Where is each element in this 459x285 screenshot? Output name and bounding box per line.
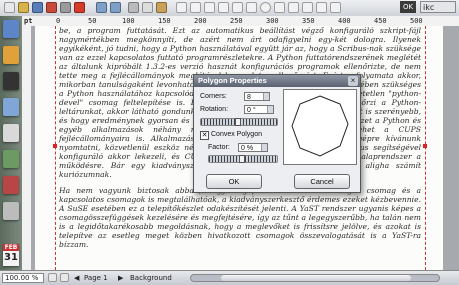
close-icon[interactable]: × [348, 76, 358, 86]
terminal-icon[interactable] [3, 72, 19, 90]
zoom-out-icon[interactable] [48, 273, 57, 282]
freehand-icon[interactable] [316, 2, 327, 13]
ok-badge[interactable]: OK [400, 1, 416, 13]
mail-icon[interactable] [3, 124, 19, 142]
zoom-value: 100.00 % [5, 274, 39, 282]
settings-icon[interactable] [3, 150, 19, 168]
zoom-icon[interactable] [218, 2, 229, 13]
zoom-field[interactable]: 100.00 % [2, 273, 44, 283]
office-icon[interactable] [3, 176, 19, 194]
browser-icon[interactable] [3, 46, 19, 64]
dialog-title[interactable]: Polygon Properties [194, 75, 360, 87]
ruler-tick: 100 [122, 17, 135, 25]
language-select[interactable]: ikc [420, 1, 456, 13]
trash-icon[interactable] [3, 202, 19, 220]
scrollbar-thumb[interactable] [221, 275, 411, 281]
main-toolbar: OK ikc [0, 0, 459, 17]
frame-handle[interactable] [423, 144, 427, 148]
redo-icon[interactable] [110, 2, 121, 13]
zoom-in-icon[interactable] [60, 273, 69, 282]
print-icon[interactable] [60, 2, 71, 13]
launcher-icon[interactable] [3, 20, 19, 38]
spin-arrows-icon[interactable] [267, 106, 273, 113]
page-nav-icon[interactable]: ◀ [74, 274, 79, 282]
ruler-tick: 400 [338, 17, 351, 25]
rotation-label: Rotation: [200, 106, 229, 113]
ruler-tick: 450 [374, 17, 387, 25]
line-icon[interactable] [288, 2, 299, 13]
ruler-tick: 300 [266, 17, 279, 25]
status-bar: 100.00 % ◀ Page 1 ▶ Background [0, 270, 459, 285]
corners-label: Corners: [200, 93, 227, 100]
polygon-properties-dialog: Polygon Properties × Corners: 8 Rotation… [193, 74, 361, 193]
save-icon[interactable] [32, 2, 43, 13]
pdf-export-icon[interactable] [74, 2, 85, 13]
factor-label: Factor: [208, 144, 230, 151]
new-document-icon[interactable] [4, 2, 15, 13]
calendar-month: FEB [3, 244, 19, 251]
ruler-tick: 0 [56, 17, 61, 25]
corners-spinbox[interactable]: 8 [244, 92, 270, 101]
eyedropper-icon[interactable] [330, 2, 341, 13]
rotation-spinbox[interactable]: 0 ° [244, 105, 274, 114]
paragraph: Ha nem vagyunk biztosak abban, hogy a gé… [59, 186, 421, 249]
slider-handle[interactable] [239, 155, 245, 163]
polygon-preview [283, 89, 357, 165]
spin-arrows-icon[interactable] [263, 93, 269, 100]
select-arrow-icon[interactable] [176, 2, 187, 13]
page-next-icon[interactable]: ▶ [118, 274, 123, 282]
image-frame-icon[interactable] [204, 2, 215, 13]
language-label: ikc [423, 3, 435, 12]
ruler-tick: 50 [88, 17, 97, 25]
text-frame-icon[interactable] [190, 2, 201, 13]
layer-label[interactable]: Background [130, 274, 172, 282]
paste-icon[interactable] [156, 2, 167, 13]
desktop-sidebar: FEB 31 [0, 16, 22, 270]
ruler-tick: 200 [194, 17, 207, 25]
convex-polygon-label: Convex Polygon [211, 131, 262, 138]
rectangle-icon[interactable] [246, 2, 257, 13]
spin-arrows-icon[interactable] [261, 144, 267, 151]
polygon-icon[interactable] [274, 2, 285, 13]
slider-handle[interactable] [235, 118, 241, 126]
ruler-tick: 350 [302, 17, 315, 25]
left-margin-guide [55, 26, 56, 270]
rotation-value: 0 ° [247, 107, 256, 114]
frame-handle[interactable] [53, 144, 57, 148]
page-label[interactable]: Page 1 [84, 274, 108, 282]
cut-icon[interactable] [128, 2, 139, 13]
calendar-icon[interactable]: FEB 31 [3, 244, 19, 266]
right-margin-guide [425, 26, 426, 270]
ok-button[interactable]: OK [206, 174, 262, 189]
ruler-unit: pt [24, 17, 33, 25]
bezier-icon[interactable] [302, 2, 313, 13]
copy-icon[interactable] [142, 2, 153, 13]
factor-spinbox[interactable]: 0 % [238, 143, 268, 152]
ruler-tick: 500 [410, 17, 423, 25]
rotation-slider[interactable] [200, 118, 278, 126]
ruler-tick: 150 [158, 17, 171, 25]
open-folder-icon[interactable] [18, 2, 29, 13]
folder-icon[interactable] [3, 98, 19, 116]
undo-icon[interactable] [96, 2, 107, 13]
calendar-day: 31 [4, 252, 18, 263]
cancel-button[interactable]: Cancel [294, 174, 350, 189]
horizontal-scrollbar[interactable] [190, 274, 440, 282]
octagon-preview-icon [291, 95, 349, 157]
ellipse-icon[interactable] [260, 2, 271, 13]
ruler-tick: 250 [230, 17, 243, 25]
corners-value: 8 [247, 94, 251, 101]
factor-value: 0 % [241, 145, 254, 152]
close-document-icon[interactable] [46, 2, 57, 13]
convex-polygon-checkbox[interactable]: ✕ [200, 131, 209, 140]
factor-slider[interactable] [208, 155, 278, 163]
rotate-icon[interactable] [232, 2, 243, 13]
